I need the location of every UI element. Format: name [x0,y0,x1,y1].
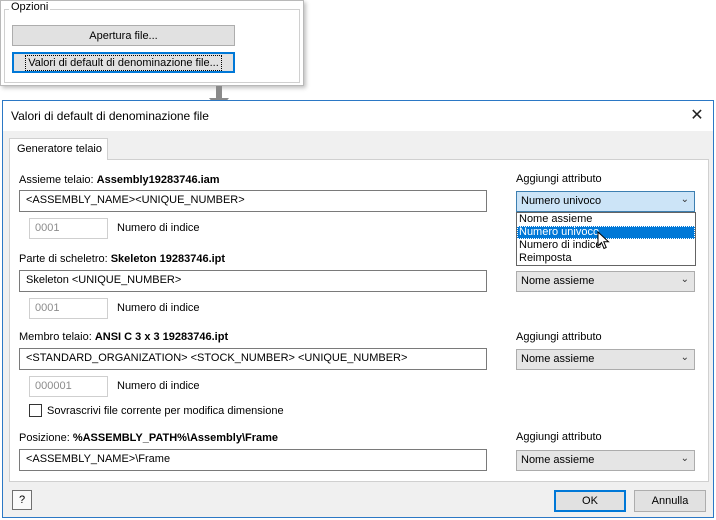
open-file-button-label: Apertura file... [89,29,158,42]
member-label: Membro telaio: ANSI C 3 x 3 19283746.ipt [19,331,229,343]
ok-button[interactable]: OK [554,490,626,512]
position-name-input[interactable]: <ASSEMBLY_NAME>\Frame [19,449,487,471]
position-attribute-combo[interactable]: Nome assieme ⌄ [516,450,695,471]
assembly-name-input[interactable]: <ASSEMBLY_NAME><UNIQUE_NUMBER> [19,190,487,212]
skeleton-index-input[interactable]: 0001 [29,298,108,319]
member-filename: ANSI C 3 x 3 19283746.ipt [94,331,229,343]
dialog-title: Valori di default di denominazione file [11,109,209,123]
member-combo-value: Nome assieme [521,353,595,365]
naming-defaults-dialog: Valori di default di denominazione file … [2,100,714,518]
add-attribute-label-2: Aggiungi attributo [516,331,602,343]
tab-frame-generator[interactable]: Generatore telaio [9,138,108,160]
assembly-attribute-combo[interactable]: Numero univoco ⌄ [516,191,695,212]
add-attribute-label-3: Aggiungi attributo [516,431,602,443]
skeleton-combo-value: Nome assieme [521,275,595,287]
chevron-down-icon: ⌄ [680,453,689,464]
member-name-input[interactable]: <STANDARD_ORGANIZATION> <STOCK_NUMBER> <… [19,348,487,370]
overwrite-label: Sovrascrivi file corrente per modifica d… [47,405,284,417]
skeleton-index-label: Numero di indice [117,302,200,314]
dropdown-option-reset[interactable]: Reimposta [517,252,695,265]
skeleton-attribute-combo[interactable]: Nome assieme ⌄ [516,271,695,292]
position-filename: %ASSEMBLY_PATH%\Assembly\Frame [72,432,279,444]
assembly-index-input[interactable]: 0001 [29,218,108,239]
position-label: Posizione: %ASSEMBLY_PATH%\Assembly\Fram… [19,432,279,444]
naming-defaults-button[interactable]: Valori di default di denominazione file.… [12,52,235,73]
assembly-filename: Assembly19283746.iam [96,174,220,186]
cancel-button[interactable]: Annulla [634,490,706,512]
mouse-cursor-icon [597,231,610,250]
ok-button-label: OK [582,495,598,507]
dialog-titlebar: Valori di default di denominazione file … [3,101,713,131]
assembly-combo-value: Numero univoco [521,195,602,207]
close-icon[interactable]: ✕ [687,106,707,126]
chevron-down-icon: ⌄ [680,352,689,363]
assembly-label: Assieme telaio: Assembly19283746.iam [19,174,220,186]
add-attribute-label-1: Aggiungi attributo [516,173,602,185]
dropdown-option-assembly-name[interactable]: Nome assieme [517,213,695,226]
options-group-label: Opzioni [9,1,51,13]
member-index-input[interactable]: 000001 [29,376,108,397]
overwrite-checkbox[interactable] [29,404,42,417]
assembly-index-label: Numero di indice [117,222,200,234]
member-attribute-combo[interactable]: Nome assieme ⌄ [516,349,695,370]
position-combo-value: Nome assieme [521,454,595,466]
skeleton-name-input[interactable]: Skeleton <UNIQUE_NUMBER> [19,270,487,292]
cancel-button-label: Annulla [651,495,689,507]
chevron-down-icon: ⌄ [680,274,689,285]
member-index-label: Numero di indice [117,380,200,392]
chevron-down-icon: ⌄ [680,194,689,205]
skeleton-filename: Skeleton 19283746.ipt [110,253,226,265]
open-file-button[interactable]: Apertura file... [12,25,235,46]
tab-panel: Assieme telaio: Assembly19283746.iam Agg… [9,159,709,482]
naming-defaults-button-label: Valori di default di denominazione file.… [25,54,222,71]
help-icon[interactable]: ? [12,490,32,510]
skeleton-label: Parte di scheletro: Skeleton 19283746.ip… [19,253,226,265]
options-panel: Opzioni Apertura file... Valori di defau… [0,0,304,86]
